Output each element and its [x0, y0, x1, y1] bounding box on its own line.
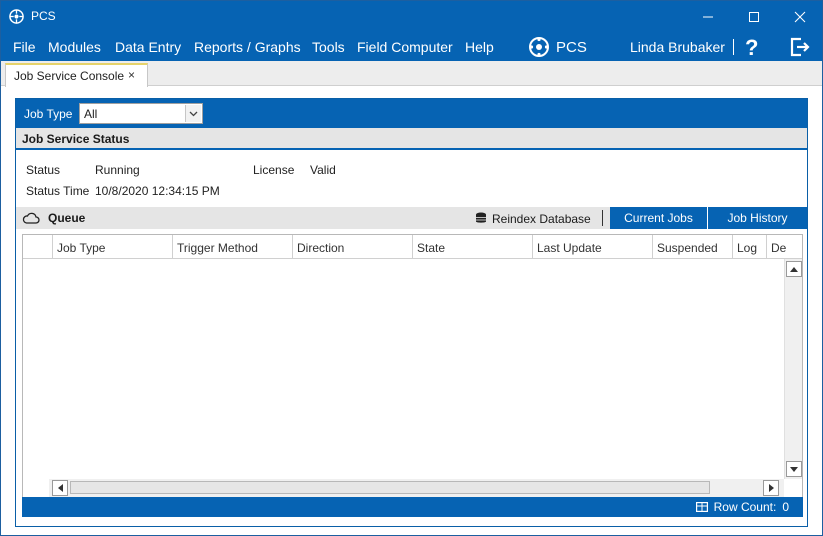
arrow-down-icon: [790, 466, 798, 472]
menu-data-entry[interactable]: Data Entry: [115, 39, 181, 55]
job-service-console-panel: Job Type All Job Service Status Status R…: [15, 98, 808, 527]
column-header-select[interactable]: [23, 235, 53, 259]
grid-header: Job Type Trigger Method Direction State …: [23, 235, 802, 259]
menu-reports-graphs[interactable]: Reports / Graphs: [194, 39, 301, 55]
arrow-right-icon: [768, 484, 774, 492]
tab-job-service-console[interactable]: Job Service Console ×: [5, 63, 148, 87]
close-icon: [794, 11, 806, 22]
job-type-label: Job Type: [24, 107, 73, 121]
vertical-scrollbar[interactable]: [784, 259, 802, 479]
jobs-grid: Job Type Trigger Method Direction State …: [22, 234, 803, 498]
help-icon[interactable]: ?: [745, 35, 758, 61]
horizontal-scroll-thumb[interactable]: [70, 481, 710, 494]
status-panel: Status Running License Valid Status Time…: [16, 150, 807, 207]
dropdown-button[interactable]: [185, 105, 201, 122]
job-service-status-header: Job Service Status: [16, 128, 807, 150]
column-header-description[interactable]: De: [767, 235, 802, 259]
brand-logo: PCS: [528, 36, 587, 58]
maximize-button[interactable]: [731, 1, 777, 32]
window-title: PCS: [31, 9, 56, 23]
cloud-icon: [22, 212, 40, 224]
license-value: Valid: [310, 163, 336, 177]
tab-current-jobs[interactable]: Current Jobs: [610, 207, 707, 229]
queue-title: Queue: [48, 211, 86, 225]
row-count-label: Row Count:: [713, 500, 777, 514]
arrow-left-icon: [57, 484, 63, 492]
grid-footer: Row Count: 0: [22, 497, 803, 517]
queue-header: Queue Reindex Database Current Jobs Job …: [16, 207, 807, 229]
menu-file[interactable]: File: [13, 39, 36, 55]
brand-name: PCS: [556, 38, 587, 56]
scroll-left-button[interactable]: [52, 480, 68, 496]
app-window: PCS File Modules Data Entry Reports / Gr…: [0, 0, 823, 536]
column-header-suspended[interactable]: Suspended: [653, 235, 733, 259]
menu-bar: File Modules Data Entry Reports / Graphs…: [1, 32, 822, 61]
document-tab-strip: Job Service Console ×: [1, 61, 822, 87]
status-time-label: Status Time: [26, 184, 90, 198]
column-header-log[interactable]: Log: [733, 235, 767, 259]
scroll-up-button[interactable]: [786, 261, 802, 277]
status-time-value: 10/8/2020 12:34:15 PM: [95, 184, 220, 198]
minimize-button[interactable]: [685, 1, 731, 32]
tab-close-icon[interactable]: ×: [128, 68, 135, 82]
menu-divider: [733, 39, 734, 55]
job-type-filter-bar: Job Type All: [16, 99, 807, 128]
table-icon: [695, 502, 708, 512]
reindex-label: Reindex Database: [492, 211, 591, 226]
logout-icon[interactable]: [789, 37, 811, 57]
status-label: Status: [26, 163, 61, 177]
scroll-right-button[interactable]: [763, 480, 779, 496]
job-type-select[interactable]: All: [79, 103, 203, 124]
scroll-down-button[interactable]: [786, 461, 802, 477]
column-header-job-type[interactable]: Job Type: [53, 235, 173, 259]
license-label: License: [253, 163, 295, 177]
tab-job-history[interactable]: Job History: [708, 207, 807, 229]
row-count: Row Count: 0: [695, 500, 789, 514]
app-logo-icon: [9, 9, 24, 24]
column-header-last-update[interactable]: Last Update: [533, 235, 653, 259]
menu-field-computer[interactable]: Field Computer: [357, 39, 453, 55]
title-bar[interactable]: PCS: [1, 1, 822, 32]
job-type-value: All: [84, 107, 98, 121]
menu-tools[interactable]: Tools: [312, 39, 345, 55]
minimize-icon: [703, 16, 713, 17]
menu-modules[interactable]: Modules: [48, 39, 101, 55]
menu-help[interactable]: Help: [465, 39, 494, 55]
user-name[interactable]: Linda Brubaker: [630, 39, 725, 55]
pcs-logo-icon: [529, 37, 549, 57]
column-header-trigger-method[interactable]: Trigger Method: [173, 235, 293, 259]
close-window-button[interactable]: [777, 1, 823, 32]
horizontal-scrollbar[interactable]: [49, 479, 784, 497]
chevron-down-icon: [189, 111, 198, 116]
column-header-state[interactable]: State: [413, 235, 533, 259]
section-title: Job Service Status: [22, 132, 130, 146]
tab-label: Job Service Console: [14, 69, 125, 83]
reindex-database-button[interactable]: Reindex Database: [475, 210, 591, 227]
database-icon: [476, 212, 486, 223]
maximize-icon: [749, 11, 759, 22]
arrow-up-icon: [790, 266, 798, 272]
status-value: Running: [95, 163, 140, 177]
row-count-value: 0: [782, 500, 789, 514]
column-header-direction[interactable]: Direction: [293, 235, 413, 259]
queue-divider: [602, 210, 603, 226]
